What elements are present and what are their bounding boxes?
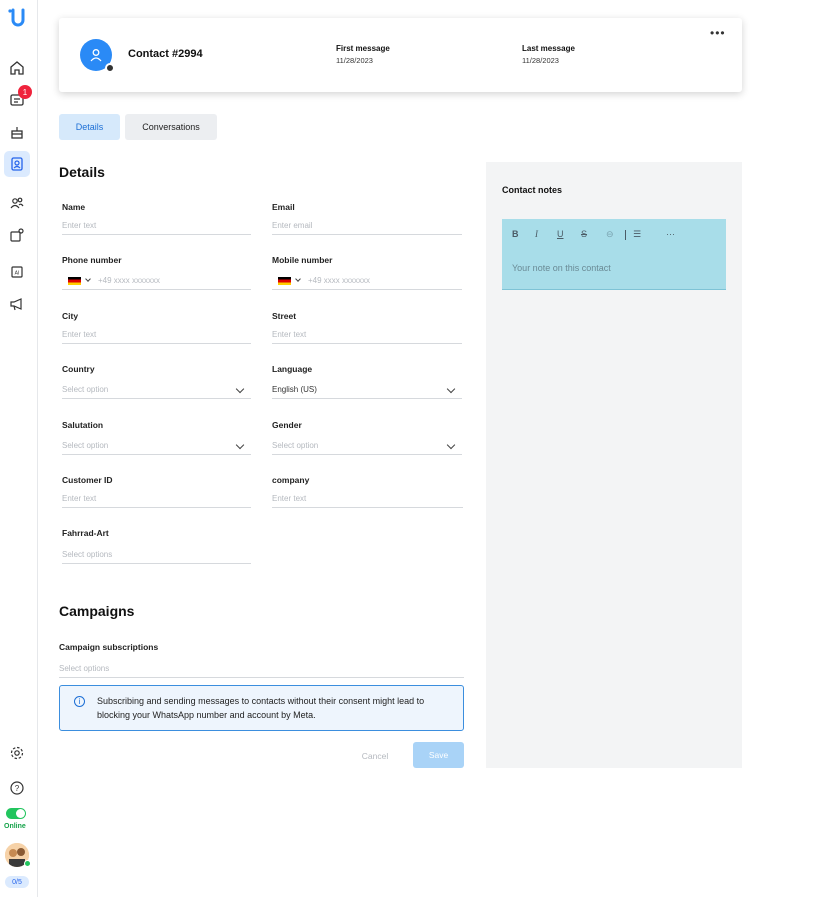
link-icon[interactable]: ⊖ bbox=[606, 229, 614, 240]
online-status-label: Online bbox=[4, 823, 26, 830]
info-icon: i bbox=[74, 696, 85, 707]
country-select[interactable]: Select option bbox=[62, 381, 251, 399]
company-label: company bbox=[272, 475, 310, 485]
chevron-down-icon bbox=[235, 384, 245, 394]
campaign-subscriptions-select[interactable]: Select options bbox=[59, 660, 464, 678]
gender-select[interactable]: Select option bbox=[272, 437, 462, 455]
sidebar: 1 AI ? Online 0/5 bbox=[0, 0, 38, 897]
chevron-down-icon bbox=[446, 440, 456, 450]
city-label: City bbox=[62, 311, 79, 321]
language-label: Language bbox=[272, 364, 313, 374]
more-options-icon[interactable]: ··· bbox=[666, 229, 675, 239]
consent-alert-text: Subscribing and sending messages to cont… bbox=[97, 696, 425, 720]
mobile-field[interactable]: +49 xxxx xxxxxxx bbox=[272, 272, 462, 290]
first-message-value: 11/28/2023 bbox=[336, 56, 373, 65]
megaphone-icon[interactable] bbox=[4, 291, 30, 317]
salutation-select[interactable]: Select option bbox=[62, 437, 251, 455]
strikethrough-icon[interactable]: S bbox=[581, 229, 587, 239]
mobile-label: Mobile number bbox=[272, 255, 333, 265]
germany-flag-icon[interactable] bbox=[278, 276, 291, 285]
fahrrad-art-select[interactable]: Select options bbox=[62, 546, 251, 564]
phone-label: Phone number bbox=[62, 255, 122, 265]
name-label: Name bbox=[62, 202, 86, 212]
toolbar-divider bbox=[625, 230, 626, 240]
customer-id-field[interactable]: Enter text bbox=[62, 490, 251, 508]
channel-badge-icon bbox=[105, 63, 115, 73]
phone-placeholder: +49 xxxx xxxxxxx bbox=[98, 276, 161, 285]
last-message-value: 11/28/2023 bbox=[522, 56, 559, 65]
chevron-down-icon bbox=[235, 440, 245, 450]
italic-icon[interactable]: I bbox=[535, 229, 538, 239]
team-icon[interactable] bbox=[4, 190, 30, 216]
email-field[interactable]: Enter email bbox=[272, 217, 462, 235]
more-options-icon[interactable]: ••• bbox=[710, 26, 726, 40]
notes-editor[interactable]: B I U S ⊖ ☰ ··· Your note on this contac… bbox=[502, 219, 726, 290]
mobile-placeholder: +49 xxxx xxxxxxx bbox=[308, 276, 371, 285]
bullet-list-icon[interactable]: ☰ bbox=[633, 229, 641, 240]
online-toggle[interactable] bbox=[6, 808, 26, 819]
underline-icon[interactable]: U bbox=[557, 229, 564, 239]
home-icon[interactable] bbox=[4, 55, 30, 81]
tab-details[interactable]: Details bbox=[59, 114, 120, 140]
campaign-subscriptions-label: Campaign subscriptions bbox=[59, 642, 159, 652]
bold-icon[interactable]: B bbox=[512, 229, 519, 239]
customer-id-label: Customer ID bbox=[62, 475, 113, 485]
language-select[interactable]: English (US) bbox=[272, 381, 462, 399]
notes-placeholder: Your note on this contact bbox=[512, 263, 611, 273]
chevron-down-icon[interactable] bbox=[85, 276, 91, 282]
country-label: Country bbox=[62, 364, 95, 374]
street-label: Street bbox=[272, 311, 297, 321]
salutation-label: Salutation bbox=[62, 420, 104, 430]
cake-icon[interactable] bbox=[4, 119, 30, 145]
help-icon[interactable]: ? bbox=[4, 775, 30, 801]
fahrrad-art-label: Fahrrad-Art bbox=[62, 528, 109, 538]
ai-icon[interactable]: AI bbox=[4, 259, 30, 285]
gender-label: Gender bbox=[272, 420, 302, 430]
city-field[interactable]: Enter text bbox=[62, 326, 251, 344]
phone-field[interactable]: +49 xxxx xxxxxxx bbox=[62, 272, 251, 290]
company-field[interactable]: Enter text bbox=[272, 490, 463, 508]
integrations-icon[interactable] bbox=[4, 222, 30, 248]
contact-notes-panel: Contact notes B I U S ⊖ ☰ ··· Your note … bbox=[486, 162, 742, 768]
save-button[interactable]: Save bbox=[413, 742, 464, 768]
contact-name: Contact #2994 bbox=[128, 48, 203, 60]
campaigns-title: Campaigns bbox=[59, 603, 135, 619]
street-field[interactable]: Enter text bbox=[272, 326, 462, 344]
chevron-down-icon bbox=[446, 384, 456, 394]
consent-alert: i Subscribing and sending messages to co… bbox=[59, 685, 464, 731]
salutation-placeholder: Select option bbox=[62, 441, 109, 450]
cancel-button[interactable]: Cancel bbox=[356, 744, 394, 768]
contact-notes-title: Contact notes bbox=[502, 185, 563, 195]
gender-placeholder: Select option bbox=[272, 441, 319, 450]
details-title: Details bbox=[59, 164, 105, 180]
chevron-down-icon[interactable] bbox=[295, 276, 301, 282]
svg-text:AI: AI bbox=[15, 271, 20, 277]
last-message-label: Last message bbox=[522, 44, 575, 53]
language-value: English (US) bbox=[272, 385, 317, 394]
tab-conversations[interactable]: Conversations bbox=[125, 114, 217, 140]
avatar-status-dot bbox=[24, 860, 31, 867]
country-placeholder: Select option bbox=[62, 385, 109, 394]
germany-flag-icon[interactable] bbox=[68, 276, 81, 285]
gear-icon[interactable] bbox=[4, 740, 30, 766]
email-label: Email bbox=[272, 202, 295, 212]
contacts-icon[interactable] bbox=[4, 151, 30, 177]
capacity-pill: 0/5 bbox=[5, 876, 29, 888]
name-field[interactable]: Enter text bbox=[62, 217, 251, 235]
svg-text:?: ? bbox=[15, 784, 20, 793]
contact-header-card: Contact #2994 First message 11/28/2023 L… bbox=[59, 18, 742, 92]
first-message-label: First message bbox=[336, 44, 390, 53]
inbox-badge: 1 bbox=[18, 85, 32, 99]
logo-icon[interactable] bbox=[7, 7, 27, 29]
